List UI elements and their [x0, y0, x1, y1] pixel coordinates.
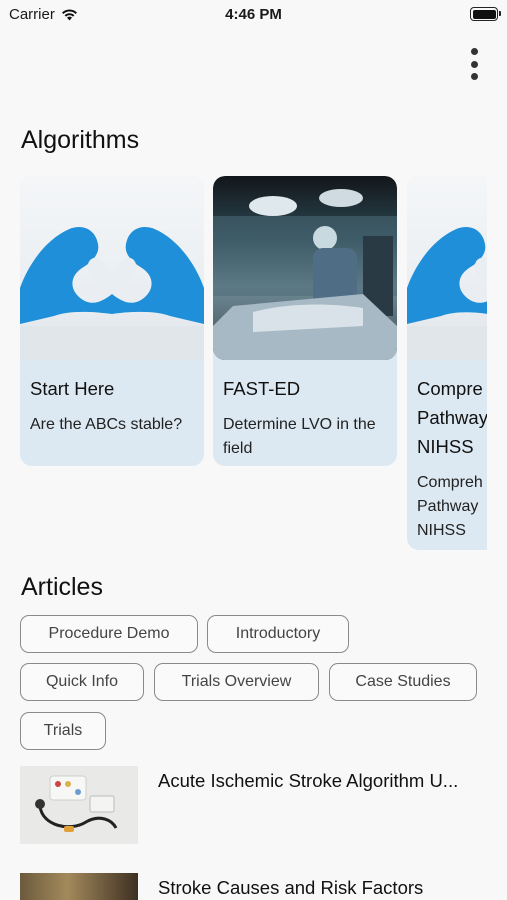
- filter-chip-case-studies[interactable]: Case Studies: [329, 663, 477, 701]
- algorithm-card-description: Determine LVO in the field: [223, 416, 376, 457]
- algorithm-card-comprehensive[interactable]: Compre Pathway NIHSS Compreh Pathway NIH…: [407, 176, 487, 550]
- filter-chip-trials-overview[interactable]: Trials Overview: [154, 663, 319, 701]
- more-vertical-icon[interactable]: [468, 48, 480, 80]
- algorithm-card-start-here[interactable]: Start Here Are the ABCs stable?: [20, 176, 204, 466]
- status-bar: Carrier 4:46 PM: [0, 0, 507, 30]
- algorithm-card-title: Start Here: [30, 378, 115, 399]
- article-thumbnail: [20, 873, 138, 900]
- algorithms-heading: Algorithms: [21, 126, 140, 154]
- algorithm-card-title: FAST-ED: [223, 378, 301, 399]
- algorithms-carousel[interactable]: Start Here Are the ABCs stable? FAST-ED …: [20, 176, 487, 552]
- battery-icon: [470, 7, 501, 21]
- algorithm-card-description: Are the ABCs stable?: [30, 416, 183, 433]
- filter-chip-trials[interactable]: Trials: [20, 712, 106, 750]
- filter-chip-introductory[interactable]: Introductory: [207, 615, 349, 653]
- algorithm-card-fast-ed[interactable]: FAST-ED Determine LVO in the field: [213, 176, 397, 466]
- algorithm-card-image: [20, 176, 204, 360]
- filter-chip-procedure-demo[interactable]: Procedure Demo: [20, 615, 198, 653]
- article-row[interactable]: Acute Ischemic Stroke Algorithm U...: [20, 766, 490, 846]
- article-title: Stroke Causes and Risk Factors: [158, 877, 424, 898]
- algorithm-card-image: [407, 176, 487, 360]
- algorithm-card-image: [213, 176, 397, 360]
- filter-chip-quick-info[interactable]: Quick Info: [20, 663, 144, 701]
- clock: 4:46 PM: [225, 6, 282, 23]
- article-thumbnail: [20, 766, 138, 844]
- algorithm-card-description: Compreh Pathway NIHSS: [417, 474, 483, 539]
- article-row[interactable]: Stroke Causes and Risk Factors: [20, 873, 490, 900]
- articles-heading: Articles: [21, 573, 103, 601]
- article-title: Acute Ischemic Stroke Algorithm U...: [158, 770, 459, 791]
- algorithm-card-title: Compre Pathway NIHSS: [417, 378, 487, 457]
